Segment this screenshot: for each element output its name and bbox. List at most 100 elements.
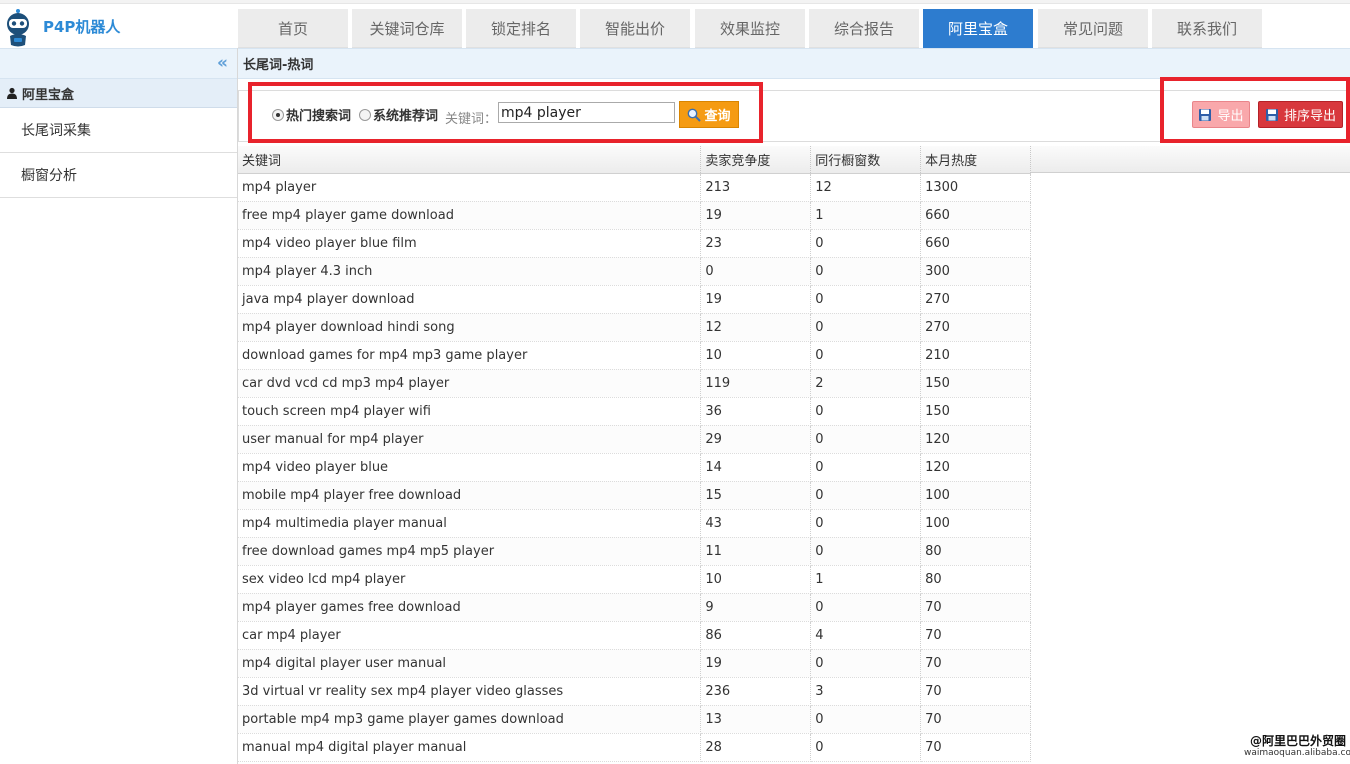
table-row[interactable]: sex video lcd mp4 player 10 1 80 <box>238 565 1031 594</box>
tab-effect-monitor[interactable]: 效果监控 <box>695 9 805 48</box>
table-row[interactable]: mp4 video player blue 14 0 120 <box>238 453 1031 482</box>
keyword-table: 关键词 卖家竞争度 同行橱窗数 本月热度 mp4 player 213 12 1300… <box>238 146 1031 762</box>
table-cell: 86 <box>700 621 812 650</box>
table-cell: 2 <box>810 369 922 398</box>
table-row[interactable]: mp4 video player blue film 23 0 660 <box>238 229 1031 258</box>
table-cell: 120 <box>920 453 1031 482</box>
table-cell: 19 <box>700 201 812 230</box>
sidebar-header: « <box>0 48 237 79</box>
table-cell: 150 <box>920 397 1031 426</box>
table-cell: 70 <box>920 677 1031 706</box>
table-cell: 70 <box>920 621 1031 650</box>
table-header-filler <box>1031 146 1350 173</box>
table-row[interactable]: user manual for mp4 player 29 0 120 <box>238 425 1031 454</box>
sidebar-item-showcase-analysis[interactable]: 橱窗分析 <box>0 153 237 198</box>
table-cell: 300 <box>920 257 1031 286</box>
table-cell: 0 <box>810 509 922 538</box>
tab-home[interactable]: 首页 <box>238 9 348 48</box>
table-row[interactable]: mp4 multimedia player manual 43 0 100 <box>238 509 1031 538</box>
table-cell: 270 <box>920 285 1031 314</box>
tab-contact[interactable]: 联系我们 <box>1152 9 1262 48</box>
tab-lock-ranking[interactable]: 锁定排名 <box>466 9 576 48</box>
table-cell: 19 <box>700 649 812 678</box>
table-row[interactable]: mp4 player games free download 9 0 70 <box>238 593 1031 622</box>
table-cell: 10 <box>700 565 812 594</box>
table-row[interactable]: touch screen mp4 player wifi 36 0 150 <box>238 397 1031 426</box>
table-row[interactable]: car mp4 player 86 4 70 <box>238 621 1031 650</box>
table-body: mp4 player 213 12 1300 free mp4 player game … <box>238 173 1031 762</box>
table-cell: 0 <box>810 341 922 370</box>
table-cell: 100 <box>920 481 1031 510</box>
export-highlight-frame <box>1160 77 1350 143</box>
table-cell: 70 <box>920 733 1031 762</box>
table-cell: 236 <box>700 677 812 706</box>
table-cell: 0 <box>810 257 922 286</box>
user-icon <box>7 87 17 99</box>
table-row[interactable]: download games for mp4 mp3 game player 10… <box>238 341 1031 370</box>
table-row[interactable]: mp4 player 213 12 1300 <box>238 173 1031 202</box>
table-row[interactable]: car dvd vcd cd mp3 mp4 player 119 2 150 <box>238 369 1031 398</box>
column-header-monthly-heat[interactable]: 本月热度 <box>920 146 1031 174</box>
table-cell: 210 <box>920 341 1031 370</box>
watermark: @阿里巴巴外贸圈 waimaoquan.alibaba.com <box>1244 734 1350 762</box>
table-cell: 29 <box>700 425 812 454</box>
table-row[interactable]: manual mp4 digital player manual 28 0 70 <box>238 733 1031 762</box>
table-cell: 270 <box>920 313 1031 342</box>
column-header-showcase-count[interactable]: 同行橱窗数 <box>810 146 922 174</box>
table-row[interactable]: mp4 player download hindi song 12 0 270 <box>238 313 1031 342</box>
table-cell: 36 <box>700 397 812 426</box>
table-cell: java mp4 player download <box>238 285 702 314</box>
table-cell: mp4 video player blue film <box>238 229 702 258</box>
tab-faq[interactable]: 常见问题 <box>1038 9 1148 48</box>
table-cell: 70 <box>920 593 1031 622</box>
table-cell: 19 <box>700 285 812 314</box>
table-cell: mp4 multimedia player manual <box>238 509 702 538</box>
tab-keyword-warehouse[interactable]: 关键词仓库 <box>352 9 462 48</box>
table-cell: 9 <box>700 593 812 622</box>
table-row[interactable]: mobile mp4 player free download 15 0 100 <box>238 481 1031 510</box>
logo[interactable]: P4P机器人 <box>0 4 238 48</box>
table-row[interactable]: 3d virtual vr reality sex mp4 player vid… <box>238 677 1031 706</box>
table-cell: 28 <box>700 733 812 762</box>
table-cell: 0 <box>700 257 812 286</box>
robot-logo-icon <box>7 9 29 47</box>
search-highlight-frame <box>248 82 763 143</box>
table-cell: 0 <box>810 593 922 622</box>
sidebar-item-longtail-collect[interactable]: 长尾词采集 <box>0 108 237 153</box>
table-cell: user manual for mp4 player <box>238 425 702 454</box>
table-cell: 213 <box>700 173 812 202</box>
table-cell: 43 <box>700 509 812 538</box>
table-cell: 0 <box>810 453 922 482</box>
table-row[interactable]: mp4 digital player user manual 19 0 70 <box>238 649 1031 678</box>
sidebar-group-ali-box[interactable]: 阿里宝盒 <box>0 79 237 108</box>
table-cell: mp4 digital player user manual <box>238 649 702 678</box>
table-cell: mp4 player <box>238 173 702 202</box>
table-cell: 120 <box>920 425 1031 454</box>
tab-ali-box[interactable]: 阿里宝盒 <box>923 9 1033 48</box>
sidebar-item-label: 长尾词采集 <box>21 123 91 139</box>
table-row[interactable]: java mp4 player download 19 0 270 <box>238 285 1031 314</box>
table-cell: mp4 player 4.3 inch <box>238 257 702 286</box>
column-header-competition[interactable]: 卖家竞争度 <box>700 146 812 174</box>
collapse-chevron-icon[interactable]: « <box>217 54 228 72</box>
column-header-keyword[interactable]: 关键词 <box>238 146 702 174</box>
table-cell: 70 <box>920 649 1031 678</box>
table-cell: 11 <box>700 537 812 566</box>
tab-report[interactable]: 综合报告 <box>809 9 919 48</box>
table-cell: 12 <box>810 173 922 202</box>
table-cell: 14 <box>700 453 812 482</box>
table-row[interactable]: free mp4 player game download 19 1 660 <box>238 201 1031 230</box>
page-title: 长尾词-热词 <box>238 48 1350 79</box>
table-cell: car mp4 player <box>238 621 702 650</box>
table-cell: sex video lcd mp4 player <box>238 565 702 594</box>
tab-smart-bidding[interactable]: 智能出价 <box>580 9 690 48</box>
logo-text: P4P机器人 <box>43 18 121 36</box>
table-cell: 80 <box>920 565 1031 594</box>
table-cell: 3d virtual vr reality sex mp4 player vid… <box>238 677 702 706</box>
table-cell: 119 <box>700 369 812 398</box>
table-row[interactable]: free download games mp4 mp5 player 11 0 80 <box>238 537 1031 566</box>
table-cell: download games for mp4 mp3 game player <box>238 341 702 370</box>
table-row[interactable]: portable mp4 mp3 game player games downl… <box>238 705 1031 734</box>
table-row[interactable]: mp4 player 4.3 inch 0 0 300 <box>238 257 1031 286</box>
table-cell: free download games mp4 mp5 player <box>238 537 702 566</box>
